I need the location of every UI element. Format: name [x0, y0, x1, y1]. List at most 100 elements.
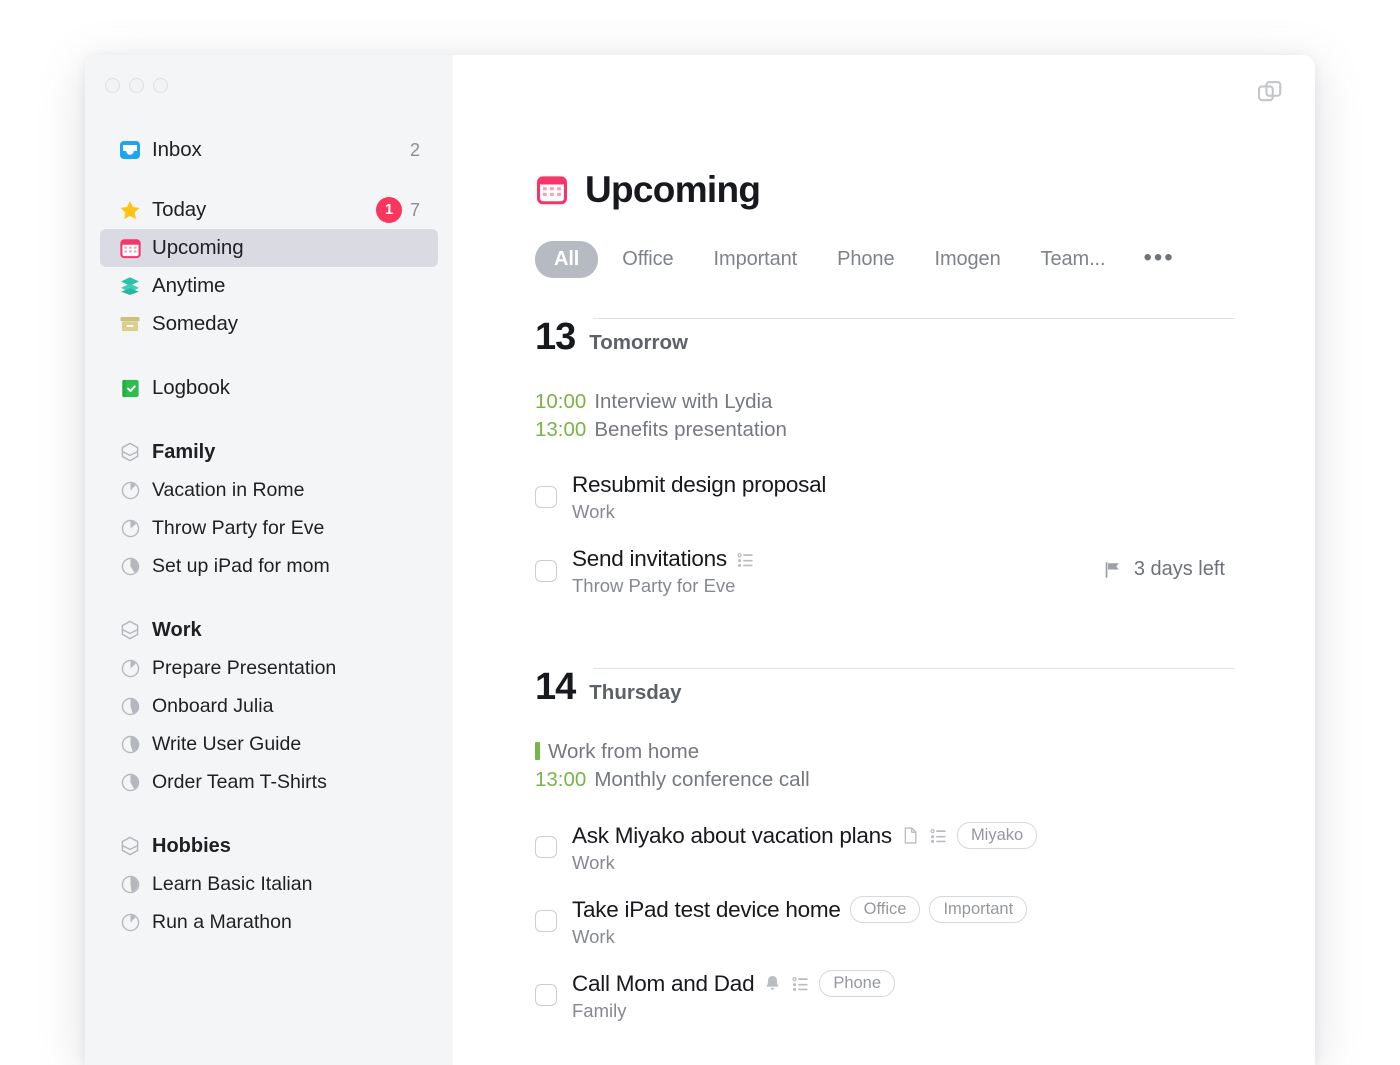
project-progress-icon [118, 516, 142, 540]
sidebar-item-upcoming[interactable]: Upcoming [100, 229, 438, 267]
sidebar-area-work[interactable]: Work [100, 611, 438, 649]
page-title: Upcoming [585, 169, 761, 210]
tab-all[interactable]: All [535, 241, 599, 278]
day-header: 14 Thursday [535, 668, 1235, 706]
todo-checkbox[interactable] [535, 486, 557, 508]
todo-project: Work [572, 852, 615, 874]
sidebar-item-logbook[interactable]: Logbook [100, 369, 438, 407]
tab-important[interactable]: Important [698, 241, 814, 278]
todo-title: Take iPad test device home [572, 896, 841, 922]
today-count: 7 [409, 199, 420, 220]
tag-filter-bar: All Office Important Phone Imogen Team..… [535, 241, 1235, 278]
todo-project: Work [572, 926, 615, 948]
todo-item[interactable]: Ask Miyako about vacation plans Miyako W… [535, 822, 1235, 874]
close-window-button[interactable] [105, 78, 120, 93]
sidebar-area-family[interactable]: Family [100, 433, 438, 471]
sidebar-project-throw-party-for-eve[interactable]: Throw Party for Eve [100, 509, 438, 547]
todo-title: Call Mom and Dad [572, 970, 755, 996]
tag-pill[interactable]: Phone [819, 970, 896, 998]
todo-title: Resubmit design proposal [572, 472, 827, 497]
sidebar-area-label: Family [152, 440, 216, 463]
todo-checkbox[interactable] [535, 984, 557, 1007]
sidebar-item-anytime[interactable]: Anytime [100, 267, 438, 305]
main-content: Upcoming All Office Important Phone Imog… [453, 55, 1315, 1065]
calendar-event-allday[interactable]: Work from home [535, 738, 1235, 766]
todo-checkbox[interactable] [535, 910, 557, 933]
sidebar-project-run-a-marathon[interactable]: Run a Marathon [100, 903, 438, 941]
project-progress-icon [118, 554, 142, 578]
sidebar-project-label: Onboard Julia [152, 694, 274, 717]
window-traffic-lights [85, 55, 453, 93]
sidebar-item-label: Inbox [152, 138, 202, 161]
sidebar-project-set-up-ipad-for-mom[interactable]: Set up iPad for mom [100, 547, 438, 585]
checklist-icon [929, 826, 948, 845]
tag-pill[interactable]: Office [849, 896, 921, 924]
sidebar-item-label: Anytime [152, 274, 226, 297]
event-time: 13:00 [535, 418, 587, 441]
sidebar-project-write-user-guide[interactable]: Write User Guide [100, 725, 438, 763]
sidebar-project-label: Write User Guide [152, 732, 302, 755]
sidebar-project-learn-basic-italian[interactable]: Learn Basic Italian [100, 865, 438, 903]
todo-item[interactable]: Resubmit design proposal Work [535, 472, 1235, 524]
sidebar-project-label: Throw Party for Eve [152, 516, 325, 539]
calendar-icon [535, 173, 569, 207]
sidebar-project-label: Learn Basic Italian [152, 872, 313, 895]
tab-phone[interactable]: Phone [821, 241, 910, 278]
todo-item[interactable]: Take iPad test device home Office Import… [535, 896, 1235, 948]
calendar-icon [118, 236, 142, 260]
checklist-icon [791, 974, 810, 993]
todo-checkbox[interactable] [535, 836, 557, 858]
tab-team[interactable]: Team... [1025, 241, 1122, 278]
todo-title: Send invitations [572, 546, 727, 571]
sidebar-item-someday[interactable]: Someday [100, 305, 438, 343]
sidebar-area-hobbies[interactable]: Hobbies [100, 827, 438, 865]
event-title: Monthly conference call [594, 768, 810, 791]
sidebar-item-inbox[interactable]: Inbox 2 [100, 131, 438, 169]
todo-checkbox[interactable] [535, 560, 557, 582]
calendar-event[interactable]: 13:00 Benefits presentation [535, 416, 1235, 444]
sidebar-project-onboard-julia[interactable]: Onboard Julia [100, 687, 438, 725]
tab-office[interactable]: Office [606, 241, 689, 278]
copy-windows-icon[interactable] [1255, 77, 1285, 107]
note-icon [901, 826, 920, 845]
calendar-event[interactable]: 13:00 Monthly conference call [535, 766, 1235, 794]
day-name: Tomorrow [589, 330, 688, 354]
tag-pill[interactable]: Important [929, 896, 1028, 924]
tag-pill[interactable]: Miyako [956, 822, 1038, 850]
sidebar-item-label: Today [152, 198, 207, 221]
inbox-count: 2 [409, 139, 420, 160]
sidebar-project-order-team-t-shirts[interactable]: Order Team T-Shirts [100, 763, 438, 801]
sidebar-item-meta: 2 [410, 140, 420, 161]
project-progress-icon [118, 910, 142, 934]
today-badge: 1 [375, 197, 402, 223]
tab-imogen[interactable]: Imogen [918, 241, 1016, 278]
more-tags-icon[interactable]: ••• [1129, 245, 1188, 270]
todo-item[interactable]: Call Mom and Dad Phone Family [535, 970, 1235, 1022]
sidebar-item-today[interactable]: Today 1 7 [100, 191, 438, 229]
calendar-events: Work from home 13:00 Monthly conference … [535, 738, 1235, 794]
allday-bar-icon [535, 742, 540, 760]
todo-deadline: 3 days left [1102, 558, 1225, 581]
project-progress-icon [118, 478, 142, 502]
minimize-window-button[interactable] [129, 78, 144, 93]
sidebar-project-label: Vacation in Rome [152, 478, 305, 501]
sidebar-item-label: Logbook [152, 376, 230, 399]
todo-title-row: Resubmit design proposal [572, 472, 1235, 498]
todo-item[interactable]: Send invitations Throw Party for Eve 3 d… [535, 546, 1235, 598]
zoom-window-button[interactable] [153, 78, 168, 93]
sidebar-project-vacation-in-rome[interactable]: Vacation in Rome [100, 471, 438, 509]
sidebar-project-prepare-presentation[interactable]: Prepare Presentation [100, 649, 438, 687]
project-progress-icon [118, 656, 142, 680]
project-progress-icon [118, 732, 142, 756]
star-icon [118, 198, 142, 222]
sidebar-item-label: Upcoming [152, 236, 244, 259]
event-title: Interview with Lydia [594, 390, 773, 413]
todo-body: Ask Miyako about vacation plans Miyako W… [572, 822, 1235, 874]
day-name: Thursday [589, 680, 682, 704]
calendar-event[interactable]: 10:00 Interview with Lydia [535, 388, 1235, 416]
